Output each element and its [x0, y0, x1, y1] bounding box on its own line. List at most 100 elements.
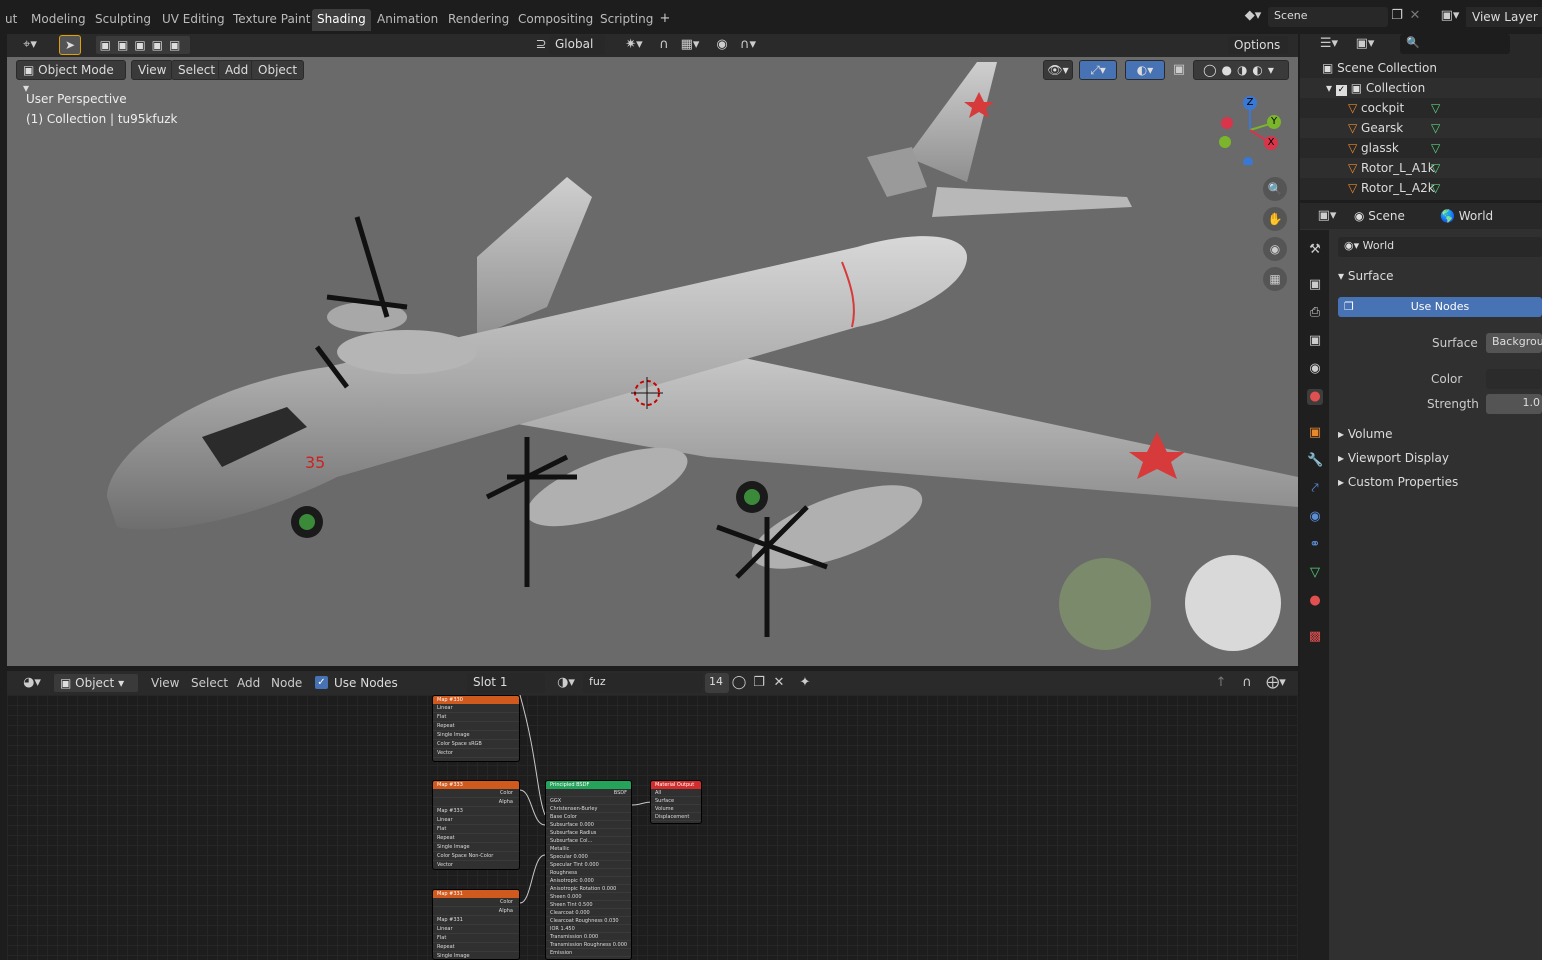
bsdf-input-row[interactable]: Transmission Roughness 0.000 [546, 941, 631, 949]
shading-modes[interactable]: ◯●◑◐▾ [1193, 60, 1289, 80]
pan-hand-icon[interactable]: ✋ [1263, 207, 1287, 231]
new-scene-icon[interactable]: ❐ [1390, 6, 1404, 26]
outliner-item[interactable]: ▽ glassk ▽ [1300, 138, 1542, 158]
physics-tab-icon[interactable]: ◉ [1307, 509, 1323, 525]
workspace-tab[interactable]: UV Editing [157, 9, 230, 31]
bsdf-input-row[interactable]: Sheen Tint 0.500 [546, 901, 631, 909]
material-output-node[interactable]: Material Output All Surface Volume Displ… [650, 780, 702, 824]
shader-type-select[interactable]: ▣ Object ▾ [53, 673, 139, 693]
workspace-tab[interactable]: Animation [372, 9, 443, 31]
ne-select-menu[interactable]: Select [191, 676, 228, 690]
workspace-tab[interactable]: Scripting [595, 9, 658, 31]
gizmo-z-axis[interactable]: Z [1243, 96, 1257, 110]
bsdf-input-row[interactable]: Metallic [546, 845, 631, 853]
bsdf-input-row[interactable]: Base Color [546, 813, 631, 821]
custom-properties-panel[interactable]: ▸ Custom Properties [1338, 475, 1458, 489]
gizmo-y-axis[interactable]: Y [1267, 115, 1281, 129]
constraints-tab-icon[interactable]: ⚭ [1307, 537, 1323, 553]
outliner-item[interactable]: ▽ Rotor_L_A1k▽ [1300, 158, 1542, 178]
remove-scene-icon[interactable]: ✕ [1408, 6, 1422, 26]
bsdf-input-row[interactable]: Anisotropic Rotation 0.000 [546, 885, 631, 893]
workspace-tab[interactable]: Rendering [443, 9, 514, 31]
mesh-data-icon[interactable]: ▽ [1431, 101, 1440, 115]
world-datablock-field[interactable]: ◉▾ World [1338, 237, 1542, 257]
bsdf-input-row[interactable]: Subsurface 0.000 [546, 821, 631, 829]
bsdf-input-row[interactable]: IOR 1.450 [546, 925, 631, 933]
options-dropdown[interactable]: Options [1227, 35, 1289, 55]
bsdf-input-row[interactable]: Roughness [546, 869, 631, 877]
expand-icon[interactable]: ▾ [1326, 81, 1332, 95]
collection-row[interactable]: ▾ ✓ ▣ Collection [1300, 78, 1542, 98]
texture-tab-icon[interactable]: ▩ [1307, 629, 1323, 645]
scene-tab-icon[interactable]: ◉ [1307, 361, 1323, 377]
render-tab-icon[interactable]: ▣ [1307, 277, 1323, 293]
bsdf-input-row[interactable]: Clearcoat 0.000 [546, 909, 631, 917]
scene-icon[interactable]: ◆▾ [1240, 6, 1266, 26]
image-texture-node-333[interactable]: Map #333 Color Alpha Map #333 Linear Fla… [432, 780, 520, 870]
node-row[interactable]: Flat [433, 713, 519, 722]
particles-tab-icon[interactable]: ⤤ [1307, 481, 1323, 497]
object-menu[interactable]: Object [251, 60, 305, 80]
bsdf-input-row[interactable]: Christensen-Burley [546, 805, 631, 813]
use-nodes-checkbox[interactable]: ✓ [315, 676, 328, 689]
node-row[interactable]: Repeat [433, 722, 519, 731]
bsdf-input-row[interactable]: Anisotropic 0.000 [546, 877, 631, 885]
snap-icon[interactable]: ✷▾ [619, 35, 649, 55]
viewport-display-panel[interactable]: ▸ Viewport Display [1338, 451, 1449, 465]
node-editor-canvas[interactable]: Map #330 Linear Flat Repeat Single Image… [7, 695, 1298, 960]
image-texture-node-331[interactable]: Map #331 Color Alpha Map #331 Linear Fla… [432, 889, 520, 960]
data-tab-icon[interactable]: ▽ [1307, 565, 1323, 581]
node-row[interactable]: Linear [433, 925, 519, 934]
slot-select[interactable]: Slot 1 [467, 673, 545, 693]
magnet-icon[interactable]: ∩ [655, 35, 673, 55]
outliner-type-icon[interactable]: ☰▾ [1314, 34, 1344, 54]
bsdf-input-row[interactable]: Subsurface Col... [546, 837, 631, 845]
node-row[interactable]: All [651, 789, 701, 797]
material-users-count[interactable]: 14 [705, 673, 729, 693]
proportional-edit-icon[interactable]: ◉ [713, 35, 731, 55]
material-tab-icon[interactable]: ● [1307, 593, 1323, 609]
scene-tab[interactable]: ◉ Scene [1354, 209, 1405, 223]
workspace-tab[interactable]: Modeling [26, 9, 91, 31]
bsdf-input-row[interactable]: Transmission 0.000 [546, 933, 631, 941]
3d-viewport[interactable]: 35 ▣ Object Mode ▾ View Select Add Objec… [7, 57, 1298, 666]
bsdf-input-row[interactable]: Specular 0.000 [546, 853, 631, 861]
world-tab-icon[interactable]: ● [1307, 389, 1323, 405]
mesh-data-icon[interactable]: ▽ [1431, 181, 1440, 195]
ne-add-menu[interactable]: Add [237, 676, 260, 690]
duplicate-material-icon[interactable]: ❐ [751, 673, 767, 693]
snap-increment-icon[interactable]: ▦▾ [677, 35, 703, 55]
bsdf-input-row[interactable]: Subsurface Radius [546, 829, 631, 837]
object-mode-select[interactable]: ▣ Object Mode ▾ [16, 60, 126, 95]
ne-node-menu[interactable]: Node [271, 676, 302, 690]
zoom-icon[interactable]: 🔍 [1263, 177, 1287, 201]
bsdf-input-row[interactable]: Emission [546, 949, 631, 957]
view-layer-tab-icon[interactable]: ▣ [1307, 333, 1323, 349]
fake-user-icon[interactable]: ◯ [731, 673, 747, 693]
workspace-tab[interactable]: ut [0, 9, 22, 31]
mesh-data-icon[interactable]: ▽ [1431, 161, 1440, 175]
ne-snap-mode-icon[interactable]: ⨁▾ [1261, 673, 1291, 693]
properties-type-icon[interactable]: ▣▾ [1312, 206, 1342, 226]
tool-tab-icon[interactable]: ⚒ [1307, 242, 1323, 258]
world-tab[interactable]: 🌎 World [1440, 209, 1493, 223]
node-row[interactable]: Single Image [433, 952, 519, 959]
grid-projection-icon[interactable]: ▦ [1263, 267, 1287, 291]
outliner-item[interactable]: ▽ Rotor_L_A2k▽ [1300, 178, 1542, 198]
node-row[interactable]: Map #333 [433, 807, 519, 816]
output-tab-icon[interactable]: ⎙ [1307, 305, 1323, 321]
transform-orientation-select[interactable]: Global [549, 35, 605, 55]
ne-snap-icon[interactable]: ∩ [1239, 673, 1255, 693]
gizmo-x-axis[interactable]: X [1264, 136, 1278, 150]
select-box-mode-icon[interactable]: ▣▣▣▣▣ [95, 35, 191, 55]
gizmo-toggle[interactable]: ⤢▾ [1079, 60, 1117, 80]
navigation-gizmo[interactable]: Z Y X [1215, 95, 1285, 167]
select-menu[interactable]: Select [171, 60, 223, 80]
node-row[interactable]: Single Image [433, 843, 519, 852]
editor-type-icon[interactable]: ⌖▾ [15, 35, 45, 55]
object-tab-icon[interactable]: ▣ [1307, 425, 1323, 441]
use-nodes-button[interactable]: ❐ Use Nodes [1338, 297, 1542, 317]
node-row[interactable]: Repeat [433, 834, 519, 843]
falloff-icon[interactable]: ∩▾ [733, 35, 763, 55]
workspace-tab[interactable]: Sculpting [90, 9, 156, 31]
